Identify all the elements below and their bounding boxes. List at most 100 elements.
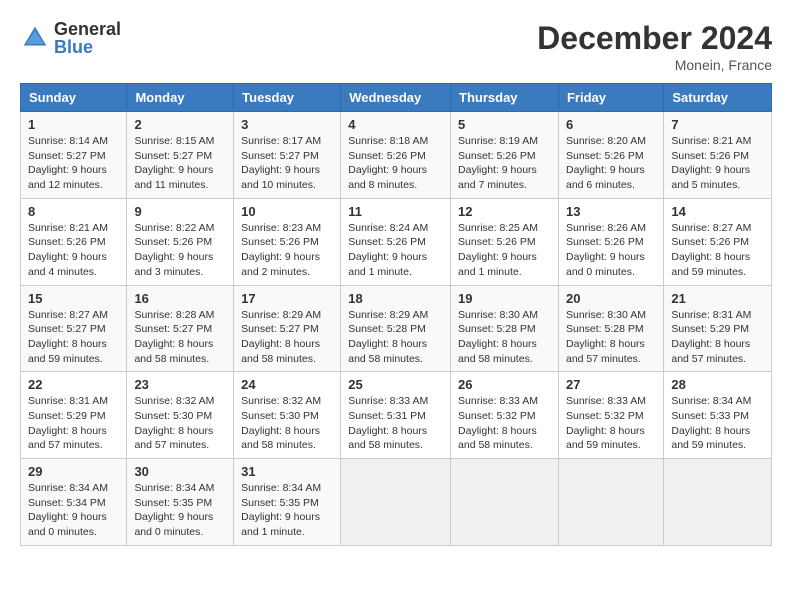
calendar-cell xyxy=(341,459,451,546)
day-info: Sunrise: 8:34 AMSunset: 5:34 PMDaylight:… xyxy=(28,482,108,538)
calendar-cell: 10 Sunrise: 8:23 AMSunset: 5:26 PMDaylig… xyxy=(234,198,341,285)
day-info: Sunrise: 8:27 AMSunset: 5:26 PMDaylight:… xyxy=(671,222,751,278)
day-info: Sunrise: 8:29 AMSunset: 5:27 PMDaylight:… xyxy=(241,309,321,365)
day-info: Sunrise: 8:17 AMSunset: 5:27 PMDaylight:… xyxy=(241,135,321,191)
day-number: 18 xyxy=(348,291,443,306)
day-info: Sunrise: 8:32 AMSunset: 5:30 PMDaylight:… xyxy=(134,395,214,451)
calendar-cell: 22 Sunrise: 8:31 AMSunset: 5:29 PMDaylig… xyxy=(21,372,127,459)
day-info: Sunrise: 8:14 AMSunset: 5:27 PMDaylight:… xyxy=(28,135,108,191)
day-info: Sunrise: 8:33 AMSunset: 5:31 PMDaylight:… xyxy=(348,395,428,451)
day-number: 16 xyxy=(134,291,226,306)
calendar-cell: 13 Sunrise: 8:26 AMSunset: 5:26 PMDaylig… xyxy=(558,198,663,285)
calendar-cell: 5 Sunrise: 8:19 AMSunset: 5:26 PMDayligh… xyxy=(451,112,559,199)
day-info: Sunrise: 8:21 AMSunset: 5:26 PMDaylight:… xyxy=(28,222,108,278)
calendar-cell: 18 Sunrise: 8:29 AMSunset: 5:28 PMDaylig… xyxy=(341,285,451,372)
calendar-cell: 31 Sunrise: 8:34 AMSunset: 5:35 PMDaylig… xyxy=(234,459,341,546)
logo: General Blue xyxy=(20,20,121,56)
calendar-week-2: 15 Sunrise: 8:27 AMSunset: 5:27 PMDaylig… xyxy=(21,285,772,372)
day-number: 17 xyxy=(241,291,333,306)
calendar-cell: 7 Sunrise: 8:21 AMSunset: 5:26 PMDayligh… xyxy=(664,112,772,199)
col-sunday: Sunday xyxy=(21,84,127,112)
calendar-cell: 12 Sunrise: 8:25 AMSunset: 5:26 PMDaylig… xyxy=(451,198,559,285)
day-info: Sunrise: 8:27 AMSunset: 5:27 PMDaylight:… xyxy=(28,309,108,365)
calendar-cell: 1 Sunrise: 8:14 AMSunset: 5:27 PMDayligh… xyxy=(21,112,127,199)
calendar-cell: 14 Sunrise: 8:27 AMSunset: 5:26 PMDaylig… xyxy=(664,198,772,285)
day-info: Sunrise: 8:29 AMSunset: 5:28 PMDaylight:… xyxy=(348,309,428,365)
calendar-cell: 16 Sunrise: 8:28 AMSunset: 5:27 PMDaylig… xyxy=(127,285,234,372)
logo-blue-text: Blue xyxy=(54,38,121,56)
day-number: 11 xyxy=(348,204,443,219)
calendar-cell: 24 Sunrise: 8:32 AMSunset: 5:30 PMDaylig… xyxy=(234,372,341,459)
day-info: Sunrise: 8:25 AMSunset: 5:26 PMDaylight:… xyxy=(458,222,538,278)
calendar-header-row: Sunday Monday Tuesday Wednesday Thursday… xyxy=(21,84,772,112)
calendar-cell: 26 Sunrise: 8:33 AMSunset: 5:32 PMDaylig… xyxy=(451,372,559,459)
logo-general: General xyxy=(54,20,121,38)
day-number: 21 xyxy=(671,291,764,306)
day-number: 12 xyxy=(458,204,551,219)
day-info: Sunrise: 8:23 AMSunset: 5:26 PMDaylight:… xyxy=(241,222,321,278)
day-info: Sunrise: 8:18 AMSunset: 5:26 PMDaylight:… xyxy=(348,135,428,191)
day-number: 29 xyxy=(28,464,119,479)
calendar-cell xyxy=(451,459,559,546)
logo-text: General Blue xyxy=(54,20,121,56)
title-section: December 2024 Monein, France xyxy=(537,20,772,73)
day-number: 19 xyxy=(458,291,551,306)
day-number: 27 xyxy=(566,377,656,392)
day-info: Sunrise: 8:20 AMSunset: 5:26 PMDaylight:… xyxy=(566,135,646,191)
calendar-cell xyxy=(558,459,663,546)
calendar-table: Sunday Monday Tuesday Wednesday Thursday… xyxy=(20,83,772,546)
calendar-cell: 20 Sunrise: 8:30 AMSunset: 5:28 PMDaylig… xyxy=(558,285,663,372)
day-info: Sunrise: 8:31 AMSunset: 5:29 PMDaylight:… xyxy=(671,309,751,365)
day-number: 8 xyxy=(28,204,119,219)
day-info: Sunrise: 8:28 AMSunset: 5:27 PMDaylight:… xyxy=(134,309,214,365)
day-info: Sunrise: 8:31 AMSunset: 5:29 PMDaylight:… xyxy=(28,395,108,451)
logo-icon xyxy=(20,23,50,53)
day-number: 20 xyxy=(566,291,656,306)
day-number: 2 xyxy=(134,117,226,132)
day-info: Sunrise: 8:34 AMSunset: 5:35 PMDaylight:… xyxy=(241,482,321,538)
calendar-week-3: 22 Sunrise: 8:31 AMSunset: 5:29 PMDaylig… xyxy=(21,372,772,459)
calendar-cell: 3 Sunrise: 8:17 AMSunset: 5:27 PMDayligh… xyxy=(234,112,341,199)
calendar-cell: 17 Sunrise: 8:29 AMSunset: 5:27 PMDaylig… xyxy=(234,285,341,372)
day-info: Sunrise: 8:34 AMSunset: 5:33 PMDaylight:… xyxy=(671,395,751,451)
day-number: 7 xyxy=(671,117,764,132)
calendar-cell: 30 Sunrise: 8:34 AMSunset: 5:35 PMDaylig… xyxy=(127,459,234,546)
day-info: Sunrise: 8:34 AMSunset: 5:35 PMDaylight:… xyxy=(134,482,214,538)
day-info: Sunrise: 8:22 AMSunset: 5:26 PMDaylight:… xyxy=(134,222,214,278)
day-info: Sunrise: 8:30 AMSunset: 5:28 PMDaylight:… xyxy=(458,309,538,365)
day-number: 25 xyxy=(348,377,443,392)
col-friday: Friday xyxy=(558,84,663,112)
day-number: 24 xyxy=(241,377,333,392)
day-number: 1 xyxy=(28,117,119,132)
calendar-cell: 23 Sunrise: 8:32 AMSunset: 5:30 PMDaylig… xyxy=(127,372,234,459)
calendar-cell: 15 Sunrise: 8:27 AMSunset: 5:27 PMDaylig… xyxy=(21,285,127,372)
day-info: Sunrise: 8:21 AMSunset: 5:26 PMDaylight:… xyxy=(671,135,751,191)
day-number: 3 xyxy=(241,117,333,132)
col-thursday: Thursday xyxy=(451,84,559,112)
calendar-cell: 6 Sunrise: 8:20 AMSunset: 5:26 PMDayligh… xyxy=(558,112,663,199)
day-number: 30 xyxy=(134,464,226,479)
day-number: 6 xyxy=(566,117,656,132)
day-number: 22 xyxy=(28,377,119,392)
calendar-cell: 21 Sunrise: 8:31 AMSunset: 5:29 PMDaylig… xyxy=(664,285,772,372)
day-number: 10 xyxy=(241,204,333,219)
calendar-week-0: 1 Sunrise: 8:14 AMSunset: 5:27 PMDayligh… xyxy=(21,112,772,199)
day-number: 26 xyxy=(458,377,551,392)
day-info: Sunrise: 8:15 AMSunset: 5:27 PMDaylight:… xyxy=(134,135,214,191)
day-number: 31 xyxy=(241,464,333,479)
calendar-cell: 9 Sunrise: 8:22 AMSunset: 5:26 PMDayligh… xyxy=(127,198,234,285)
day-number: 13 xyxy=(566,204,656,219)
calendar-cell: 27 Sunrise: 8:33 AMSunset: 5:32 PMDaylig… xyxy=(558,372,663,459)
calendar-cell: 28 Sunrise: 8:34 AMSunset: 5:33 PMDaylig… xyxy=(664,372,772,459)
calendar-cell: 4 Sunrise: 8:18 AMSunset: 5:26 PMDayligh… xyxy=(341,112,451,199)
calendar-cell: 8 Sunrise: 8:21 AMSunset: 5:26 PMDayligh… xyxy=(21,198,127,285)
col-saturday: Saturday xyxy=(664,84,772,112)
page-header: General Blue December 2024 Monein, Franc… xyxy=(20,20,772,73)
day-info: Sunrise: 8:32 AMSunset: 5:30 PMDaylight:… xyxy=(241,395,321,451)
day-info: Sunrise: 8:30 AMSunset: 5:28 PMDaylight:… xyxy=(566,309,646,365)
day-info: Sunrise: 8:33 AMSunset: 5:32 PMDaylight:… xyxy=(458,395,538,451)
col-tuesday: Tuesday xyxy=(234,84,341,112)
month-title: December 2024 xyxy=(537,20,772,57)
calendar-week-1: 8 Sunrise: 8:21 AMSunset: 5:26 PMDayligh… xyxy=(21,198,772,285)
col-monday: Monday xyxy=(127,84,234,112)
